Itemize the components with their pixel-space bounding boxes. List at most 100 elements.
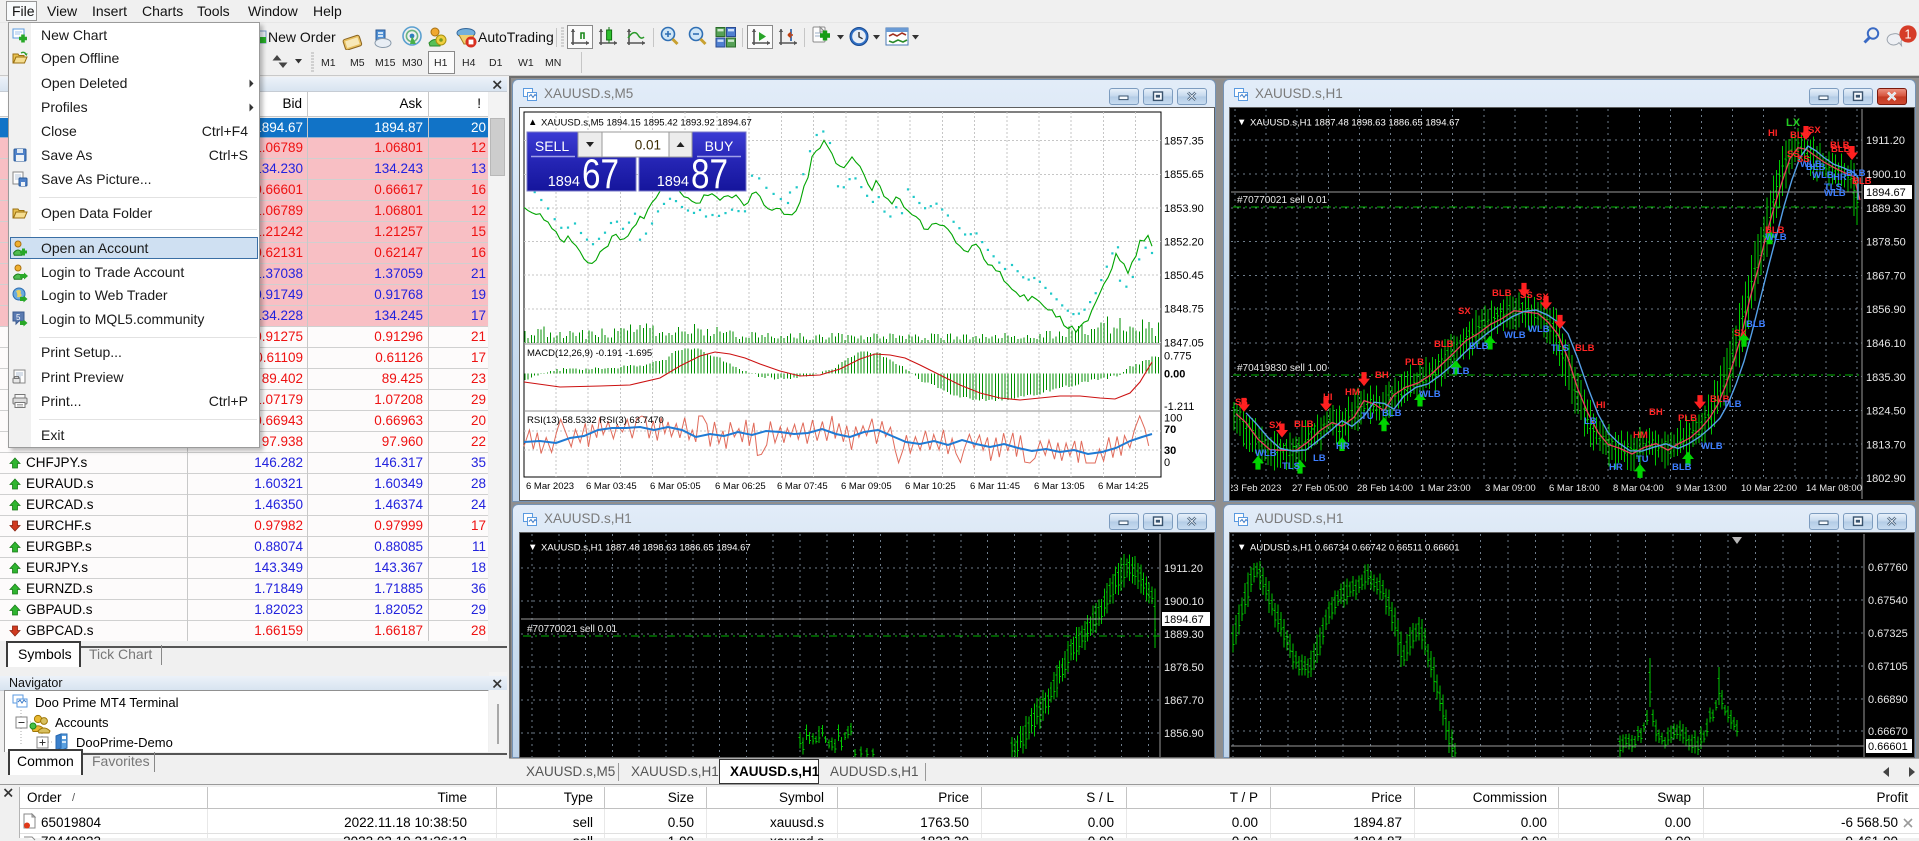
svg-text:#70770021 sell 0.01: #70770021 sell 0.01 <box>527 624 618 635</box>
svg-text:HM: HM <box>1345 387 1360 398</box>
svg-text:▼: ▼ <box>1237 117 1246 128</box>
svg-text:0.67540: 0.67540 <box>1868 595 1908 607</box>
svg-text:XAUUSD.s,H1 1887.48 1898.63 1: XAUUSD.s,H1 1887.48 1898.63 1886.65 1894… <box>541 543 751 554</box>
svg-text:BLB: BLB <box>1830 140 1850 151</box>
svg-text:70: 70 <box>1164 424 1176 436</box>
svg-text:23 Feb 2023: 23 Feb 2023 <box>1231 483 1281 494</box>
svg-text:SX: SX <box>1458 306 1471 317</box>
svg-text:6 Mar 2023: 6 Mar 2023 <box>526 481 574 492</box>
svg-text:BH: BH <box>1375 370 1389 381</box>
svg-text:1856.90: 1856.90 <box>1164 728 1204 740</box>
svg-text:0: 0 <box>1164 457 1170 469</box>
svg-text:LB: LB <box>1313 453 1326 464</box>
svg-text:TU: TU <box>1361 411 1374 422</box>
svg-text:8 Mar 04:00: 8 Mar 04:00 <box>1613 483 1664 494</box>
svg-text:1894: 1894 <box>657 174 689 190</box>
svg-text:BLB: BLB <box>1469 341 1489 352</box>
svg-text:0.67325: 0.67325 <box>1868 628 1908 640</box>
svg-text:SX: SX <box>1536 292 1549 303</box>
svg-text:WLB: WLB <box>1419 389 1441 400</box>
svg-text:0.775: 0.775 <box>1164 350 1192 362</box>
svg-text:HR: HR <box>1609 462 1623 473</box>
svg-text:10 Mar 22:00: 10 Mar 22:00 <box>1741 483 1797 494</box>
svg-text:1 Mar 23:00: 1 Mar 23:00 <box>1420 483 1471 494</box>
svg-text:HM: HM <box>1633 430 1648 441</box>
svg-text:1835.30: 1835.30 <box>1866 372 1906 384</box>
svg-text:1847.05: 1847.05 <box>1164 337 1204 349</box>
svg-text:0.66601: 0.66601 <box>1868 741 1908 753</box>
svg-text:1: 1 <box>1905 27 1912 41</box>
svg-text:#70419830 sell 1.00: #70419830 sell 1.00 <box>1237 363 1328 374</box>
svg-text:6 Mar 18:00: 6 Mar 18:00 <box>1549 483 1600 494</box>
svg-text:▲: ▲ <box>528 117 537 128</box>
svg-text:100: 100 <box>1164 412 1182 424</box>
svg-text:HI: HI <box>1323 392 1333 403</box>
svg-text:BLB: BLB <box>1790 130 1810 141</box>
svg-text:BLB: BLB <box>1746 319 1766 330</box>
svg-text:TLB: TLB <box>1723 399 1742 410</box>
svg-text:#70770021 sell 0.01: #70770021 sell 0.01 <box>1237 195 1328 206</box>
svg-text:LX: LX <box>1786 117 1801 129</box>
svg-text:BH: BH <box>1649 407 1663 418</box>
svg-text:WLB: WLB <box>1504 330 1526 341</box>
svg-text:WLB: WLB <box>1255 448 1277 459</box>
svg-text:67: 67 <box>582 150 619 197</box>
svg-text:XAUUSD.s,M5 1894.15 1895.42 1: XAUUSD.s,M5 1894.15 1895.42 1893.92 1894… <box>541 118 752 129</box>
svg-text:BLB: BLB <box>1382 408 1402 419</box>
svg-text:TLB: TLB <box>1451 366 1470 377</box>
svg-text:SELL: SELL <box>535 138 569 154</box>
svg-text:1894.67: 1894.67 <box>1866 187 1906 199</box>
svg-text:WLB: WLB <box>1765 232 1787 243</box>
svg-text:6 Mar 09:05: 6 Mar 09:05 <box>841 481 892 492</box>
svg-text:6 Mar 10:25: 6 Mar 10:25 <box>905 481 956 492</box>
svg-text:SS: SS <box>1520 290 1533 301</box>
svg-text:WLB: WLB <box>1824 188 1846 199</box>
svg-text:1894.67: 1894.67 <box>1164 614 1204 626</box>
svg-text:1855.65: 1855.65 <box>1164 169 1204 181</box>
svg-text:1848.75: 1848.75 <box>1164 304 1204 316</box>
svg-text:1889.30: 1889.30 <box>1866 203 1906 215</box>
svg-text:1850.45: 1850.45 <box>1164 270 1204 282</box>
svg-text:SS: SS <box>1235 397 1248 408</box>
svg-text:1878.50: 1878.50 <box>1866 237 1906 249</box>
svg-text:-1.211: -1.211 <box>1164 401 1194 413</box>
svg-text:6 Mar 03:45: 6 Mar 03:45 <box>586 481 637 492</box>
svg-text:TLS: TLS <box>1282 461 1300 472</box>
svg-text:PLB: PLB <box>1405 357 1424 368</box>
svg-text:▼: ▼ <box>528 542 537 553</box>
svg-text:BLB: BLB <box>1846 168 1866 179</box>
svg-text:HR: HR <box>1336 441 1350 452</box>
svg-text:BLB: BLB <box>1672 462 1692 473</box>
svg-text:1853.90: 1853.90 <box>1164 203 1204 215</box>
svg-text:6 Mar 11:45: 6 Mar 11:45 <box>970 481 1020 492</box>
svg-text:9 Mar 13:00: 9 Mar 13:00 <box>1676 483 1727 494</box>
svg-text:0.66890: 0.66890 <box>1868 694 1908 706</box>
svg-text:0.67105: 0.67105 <box>1868 661 1908 673</box>
svg-text:5: 5 <box>16 313 21 322</box>
svg-text:TLS: TLS <box>1551 343 1569 354</box>
svg-text:6 Mar 06:25: 6 Mar 06:25 <box>715 481 766 492</box>
svg-text:WLB: WLB <box>1528 324 1550 335</box>
svg-text:SX: SX <box>1808 125 1821 136</box>
svg-text:BLB: BLB <box>1806 162 1826 173</box>
svg-text:1867.70: 1867.70 <box>1164 695 1204 707</box>
svg-text:1867.70: 1867.70 <box>1866 270 1906 282</box>
svg-text:0.67760: 0.67760 <box>1868 562 1908 574</box>
svg-text:1813.70: 1813.70 <box>1866 439 1906 451</box>
svg-text:0.00: 0.00 <box>1164 368 1185 380</box>
svg-text:BLB: BLB <box>1492 288 1512 299</box>
svg-text:WLB: WLB <box>1701 441 1723 452</box>
svg-text:0.66670: 0.66670 <box>1868 726 1908 738</box>
svg-text:RSI(13) 58.5332 RSI(3) 63.747: RSI(13) 58.5332 RSI(3) 63.7470 <box>527 415 664 426</box>
svg-text:1824.50: 1824.50 <box>1866 406 1906 418</box>
svg-text:1900.10: 1900.10 <box>1164 596 1204 608</box>
svg-text:TU: TU <box>1636 454 1649 465</box>
svg-text:6 Mar 14:25: 6 Mar 14:25 <box>1098 481 1149 492</box>
svg-text:1900.10: 1900.10 <box>1866 169 1906 181</box>
svg-text:1846.10: 1846.10 <box>1866 338 1906 350</box>
svg-text:1894: 1894 <box>548 174 580 190</box>
svg-text:87: 87 <box>691 150 728 197</box>
svg-text:1802.90: 1802.90 <box>1866 473 1906 485</box>
svg-text:1889.30: 1889.30 <box>1164 629 1204 641</box>
svg-text:XAUUSD.s,H1 1887.48 1898.63 1: XAUUSD.s,H1 1887.48 1898.63 1886.65 1894… <box>1250 118 1460 129</box>
